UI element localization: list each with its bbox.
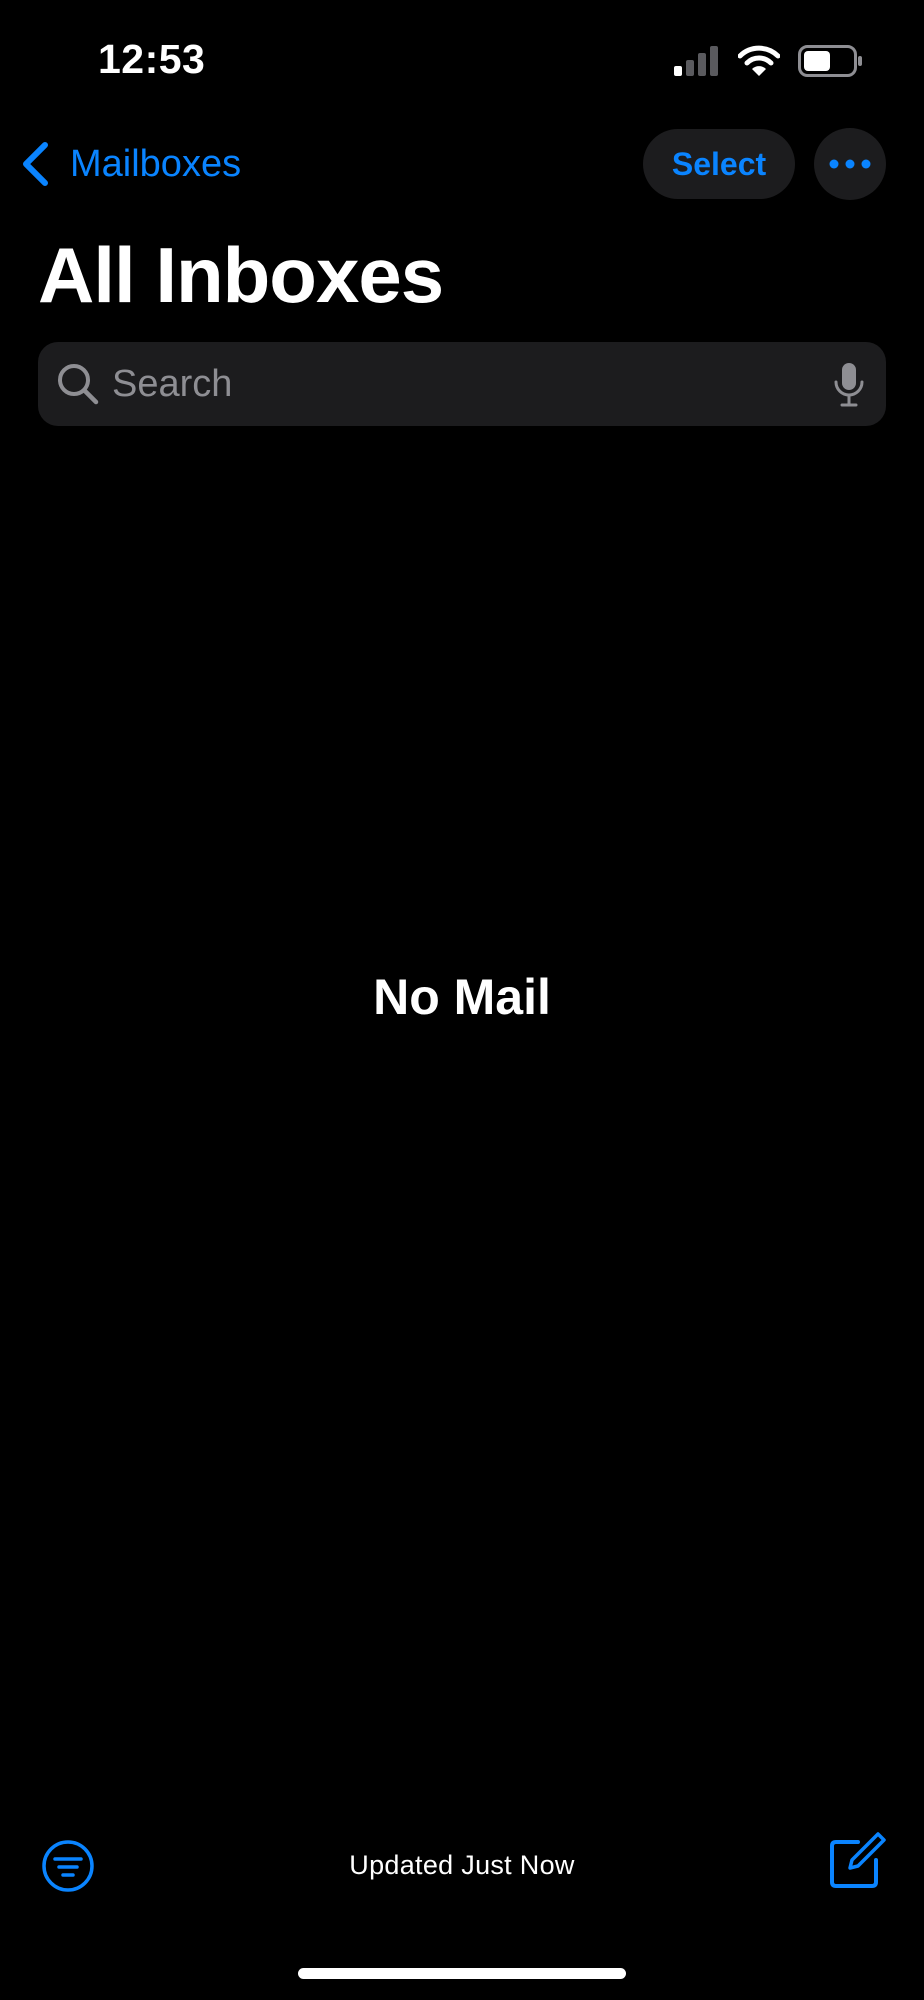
- home-indicator[interactable]: [298, 1968, 626, 1979]
- cellular-signal-icon: [674, 46, 718, 76]
- search-icon: [58, 364, 99, 405]
- compose-button[interactable]: [828, 1830, 886, 1890]
- update-status: Updated Just Now: [349, 1850, 575, 1880]
- chevron-left-icon: [23, 142, 48, 186]
- ellipsis-icon: [829, 159, 871, 169]
- more-options-button[interactable]: [814, 128, 886, 200]
- battery-icon: [798, 45, 862, 77]
- back-label: Mailboxes: [70, 142, 242, 185]
- filter-button[interactable]: [40, 1838, 96, 1894]
- compose-icon: [830, 1832, 886, 1888]
- filter-icon: [42, 1840, 94, 1892]
- microphone-icon[interactable]: [834, 362, 864, 408]
- back-to-mailboxes-button[interactable]: Mailboxes: [20, 126, 241, 202]
- bottom-toolbar: Updated Just Now: [0, 1830, 924, 1904]
- select-button[interactable]: Select: [643, 129, 795, 199]
- status-icons: [674, 42, 864, 80]
- wifi-icon: [738, 45, 780, 76]
- empty-state-message: No Mail: [373, 969, 551, 1025]
- search-input[interactable]: [112, 342, 792, 426]
- search-bar[interactable]: [38, 342, 886, 426]
- status-time: 12:53: [98, 36, 206, 82]
- page-title: All Inboxes: [38, 231, 444, 319]
- navigation-bar: Mailboxes Select: [0, 126, 924, 202]
- status-bar: 12:53: [0, 0, 924, 120]
